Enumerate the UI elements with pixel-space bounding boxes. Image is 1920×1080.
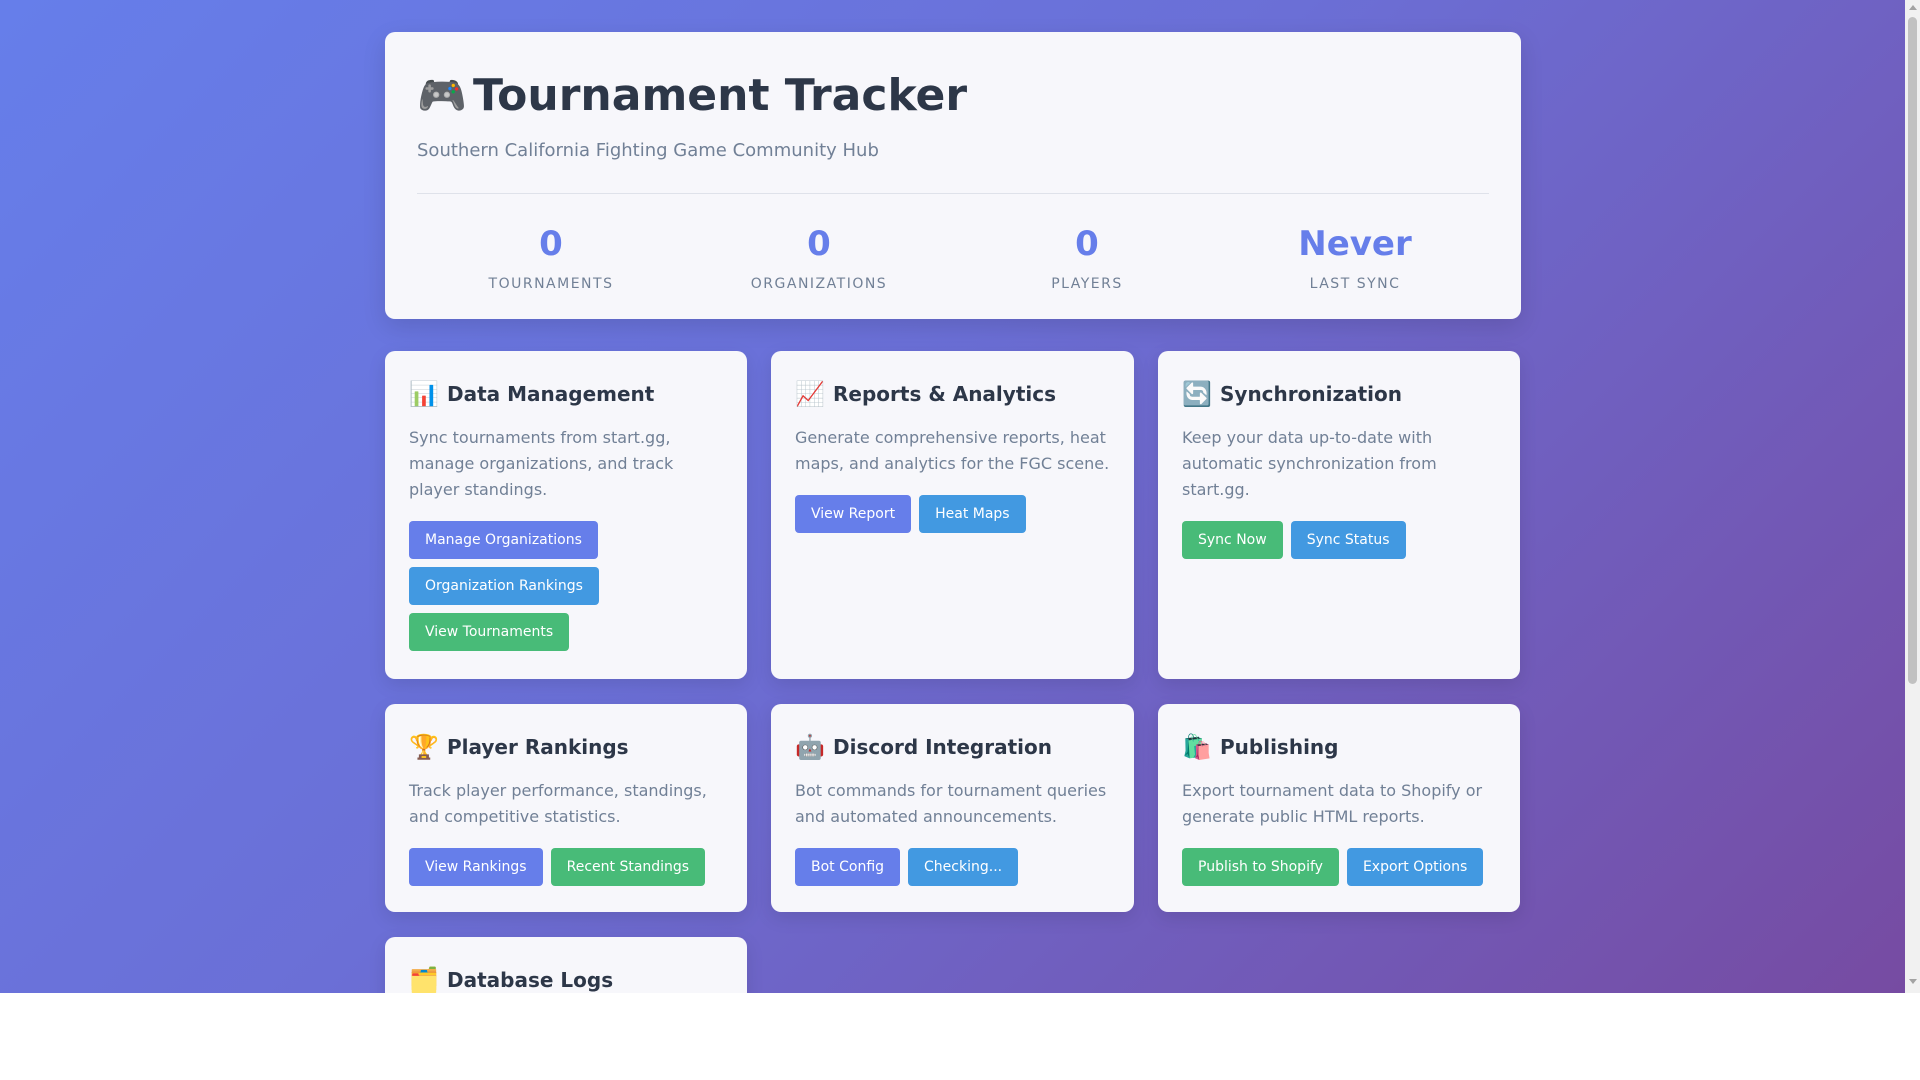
card-heading: Player Rankings (447, 735, 629, 759)
robot-icon: 🤖 (795, 733, 825, 761)
page-background: 🎮 Tournament Tracker Southern California… (0, 0, 1905, 993)
stat-players: 0 PLAYERS (953, 224, 1221, 292)
card-data-management: 📊 Data Management Sync tournaments from … (385, 351, 747, 679)
stat-organizations: 0 ORGANIZATIONS (685, 224, 953, 292)
stat-value: 0 (539, 224, 563, 264)
bot-config-button[interactable]: Bot Config (795, 848, 901, 886)
publish-to-shopify-button[interactable]: Publish to Shopify (1182, 848, 1339, 886)
card-heading: Database Logs (447, 968, 614, 992)
card-publishing: 🛍️ Publishing Export tournament data to … (1158, 704, 1520, 912)
shopping-bags-icon: 🛍️ (1182, 733, 1212, 761)
export-options-button[interactable]: Export Options (1346, 848, 1484, 886)
view-report-button[interactable]: View Report (795, 495, 912, 533)
button-group: View Report Heat Maps (795, 495, 1110, 533)
stat-label: PLAYERS (1051, 276, 1123, 292)
sync-status-button[interactable]: Sync Status (1290, 521, 1406, 559)
card-title-row: 📊 Data Management (409, 375, 723, 413)
card-title-row: 📈 Reports & Analytics (795, 375, 1110, 413)
scroll-up-arrow-icon[interactable] (1909, 5, 1917, 10)
page-title: Tournament Tracker (473, 70, 968, 121)
card-player-rankings: 🏆 Player Rankings Track player performan… (385, 704, 747, 912)
card-heading: Reports & Analytics (833, 382, 1056, 406)
stat-tournaments: 0 TOURNAMENTS (417, 224, 685, 292)
card-description: Generate comprehensive reports, heat map… (795, 428, 1110, 473)
header-card: 🎮 Tournament Tracker Southern California… (385, 32, 1521, 319)
card-description: Sync tournaments from start.gg, manage o… (409, 428, 674, 499)
card-description: Bot commands for tournament queries and … (795, 781, 1107, 826)
button-group: Publish to Shopify Export Options (1182, 848, 1496, 886)
trend-chart-icon: 📈 (795, 380, 825, 408)
button-group: Bot Config Checking... (795, 848, 1110, 886)
card-index-dividers-icon: 🗂️ (409, 966, 439, 993)
button-group: View Rankings Recent Standings (409, 848, 723, 886)
page-subtitle: Southern California Fighting Game Commun… (417, 140, 879, 161)
view-tournaments-button[interactable]: View Tournaments (409, 613, 570, 651)
sync-now-button[interactable]: Sync Now (1182, 521, 1283, 559)
discord-status-button[interactable]: Checking... (908, 848, 1019, 886)
manage-organizations-button[interactable]: Manage Organizations (409, 521, 598, 559)
card-description: Keep your data up-to-date with automatic… (1182, 428, 1437, 499)
trophy-icon: 🏆 (409, 733, 439, 761)
card-description: Track player performance, standings, and… (409, 781, 707, 826)
recent-standings-button[interactable]: Recent Standings (550, 848, 706, 886)
button-group: Sync Now Sync Status (1182, 521, 1496, 559)
stat-last-sync: Never LAST SYNC (1221, 224, 1489, 292)
card-database-logs: 🗂️ Database Logs (385, 937, 747, 993)
stat-value: Never (1298, 224, 1412, 264)
card-title-row: 🔄 Synchronization (1182, 375, 1496, 413)
card-title-row: 🤖 Discord Integration (795, 728, 1110, 766)
scroll-down-arrow-icon[interactable] (1909, 979, 1917, 984)
card-title-row: 🗂️ Database Logs (409, 961, 723, 993)
button-group: Manage Organizations Organization Rankin… (409, 521, 723, 651)
card-reports-analytics: 📈 Reports & Analytics Generate comprehen… (771, 351, 1134, 679)
heat-maps-button[interactable]: Heat Maps (919, 495, 1026, 533)
stat-value: 0 (1075, 224, 1099, 264)
stat-value: 0 (807, 224, 831, 264)
sync-arrows-icon: 🔄 (1182, 380, 1212, 408)
stat-label: ORGANIZATIONS (750, 276, 888, 292)
game-controller-icon: 🎮 (417, 73, 467, 119)
card-discord-integration: 🤖 Discord Integration Bot commands for t… (771, 704, 1134, 912)
stats-row: 0 TOURNAMENTS 0 ORGANIZATIONS 0 PLAYERS … (417, 224, 1489, 292)
card-synchronization: 🔄 Synchronization Keep your data up-to-d… (1158, 351, 1520, 679)
stat-label: TOURNAMENTS (488, 276, 614, 292)
view-rankings-button[interactable]: View Rankings (409, 848, 543, 886)
card-heading: Discord Integration (833, 735, 1052, 759)
card-heading: Publishing (1220, 735, 1339, 759)
organization-rankings-button[interactable]: Organization Rankings (409, 567, 599, 605)
scrollbar-thumb[interactable] (1908, 17, 1917, 684)
card-title-row: 🛍️ Publishing (1182, 728, 1496, 766)
card-heading: Synchronization (1220, 382, 1403, 406)
vertical-scrollbar[interactable] (1905, 0, 1920, 993)
header-divider (417, 193, 1489, 194)
title-row: 🎮 Tournament Tracker (417, 68, 1489, 124)
card-description: Export tournament data to Shopify or gen… (1182, 781, 1483, 826)
card-heading: Data Management (447, 382, 655, 406)
card-title-row: 🏆 Player Rankings (409, 728, 723, 766)
stat-label: LAST SYNC (1309, 276, 1401, 292)
bar-chart-icon: 📊 (409, 380, 439, 408)
